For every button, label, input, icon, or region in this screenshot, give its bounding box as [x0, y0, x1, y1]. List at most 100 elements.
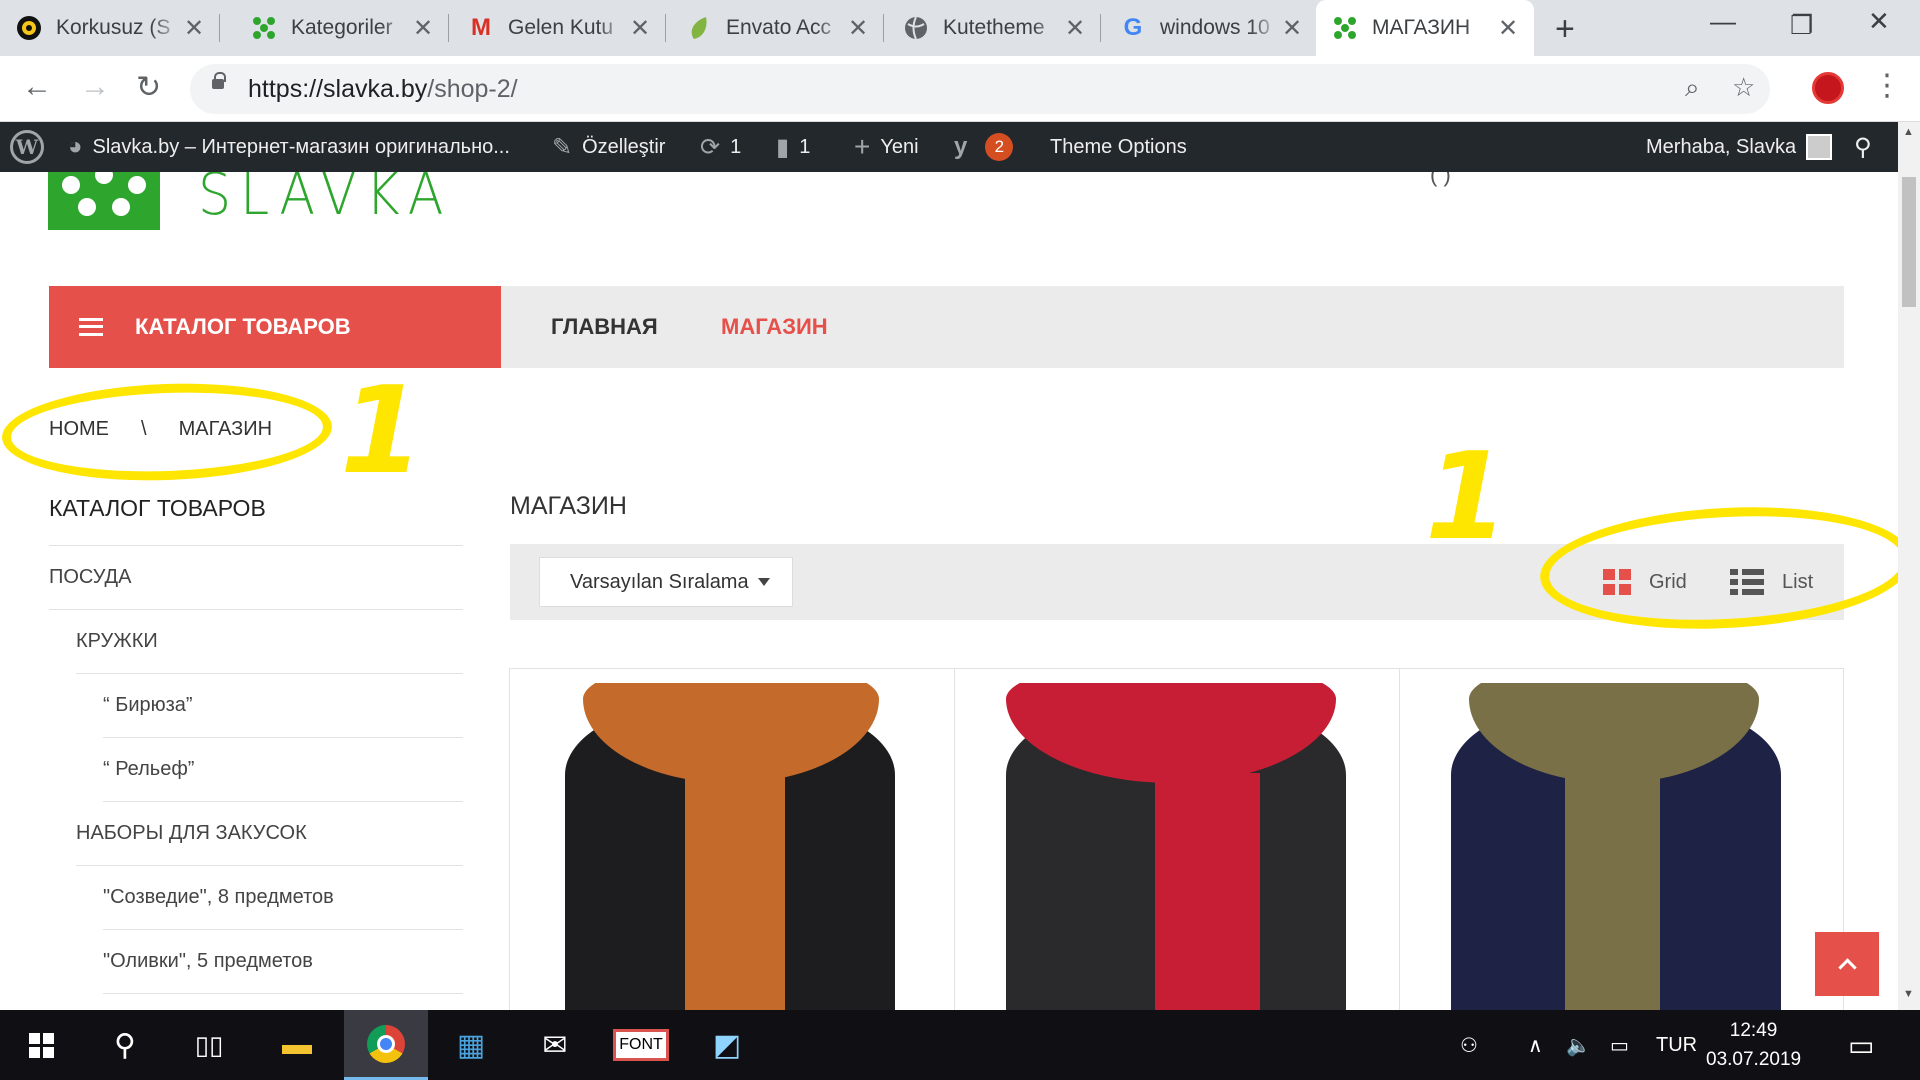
site-logo-text[interactable]: SLAVKA — [198, 172, 453, 228]
nav-link-shop[interactable]: МАГАЗИН — [721, 286, 828, 368]
search-icon: ⚲ — [114, 1028, 136, 1062]
sidebar-item-biryuza[interactable]: “ Бирюза” — [103, 674, 463, 738]
wp-theme-options[interactable]: Theme Options — [1050, 122, 1187, 172]
tab-magazin[interactable]: МАГАЗИН ✕ — [1316, 0, 1534, 56]
sidebar-item-snack-sets[interactable]: НАБОРЫ ДЛЯ ЗАКУСОК — [76, 802, 463, 866]
chrome-menu-icon[interactable]: ⋮ — [1872, 68, 1902, 103]
sort-select[interactable]: Varsayılan Sıralama — [539, 557, 793, 607]
close-icon[interactable]: ✕ — [846, 14, 870, 43]
mail-button[interactable]: ✉ — [518, 1010, 592, 1080]
close-icon[interactable]: ✕ — [1280, 14, 1304, 43]
page-scrollbar[interactable]: ▲ ▼ — [1898, 122, 1920, 1010]
wp-comments[interactable]: ▮ 1 — [776, 122, 810, 172]
extension-avatar-icon[interactable] — [1812, 72, 1844, 104]
chevron-down-icon — [758, 578, 770, 586]
bookmark-star-icon[interactable]: ☆ — [1732, 72, 1755, 103]
page-viewport: SLAVKA ( ) КАТАЛОГ ТОВАРОВ ГЛАВНАЯ МАГАЗ… — [0, 172, 1898, 1010]
language-indicator[interactable]: TUR — [1656, 1010, 1697, 1080]
wp-yoast[interactable]: y2 — [954, 122, 1014, 172]
scrollbar-thumb[interactable] — [1902, 177, 1916, 307]
battery-icon[interactable]: ▭ — [1610, 1010, 1629, 1080]
close-icon[interactable]: ✕ — [411, 14, 435, 43]
tab-gmail[interactable]: M Gelen Kutu ✕ — [452, 0, 666, 56]
app-window-button[interactable]: ◩ — [690, 1010, 764, 1080]
close-icon[interactable]: ✕ — [1063, 14, 1087, 43]
url-text[interactable]: https://slavka.by/shop-2/ — [248, 75, 518, 104]
window-close-button[interactable]: ✕ — [1868, 6, 1890, 37]
nav-link-home[interactable]: ГЛАВНАЯ — [551, 286, 658, 368]
scroll-up-icon[interactable]: ▲ — [1903, 126, 1914, 138]
sort-select-value: Varsayılan Sıralama — [570, 570, 749, 593]
wp-customize[interactable]: ✎ Özelleştir — [552, 122, 665, 172]
new-label: Yeni — [880, 135, 919, 158]
product-image[interactable] — [525, 683, 937, 1010]
task-view-button[interactable]: ▯▯ — [172, 1010, 246, 1080]
tab-title: МАГАЗИН — [1372, 16, 1471, 39]
lock-icon[interactable] — [212, 72, 226, 89]
reload-icon[interactable]: ↻ — [136, 70, 161, 105]
plus-icon: + — [854, 131, 871, 162]
browser-toolbar: ← → ↻ https://slavka.by/shop-2/ ⌕ ☆ ⋮ — [0, 56, 1920, 122]
product-card[interactable] — [954, 669, 1400, 1010]
product-image[interactable] — [1415, 683, 1827, 1010]
close-icon[interactable]: ✕ — [628, 14, 652, 43]
tab-korkusuz[interactable]: Korkusuz (S ✕ — [0, 0, 220, 56]
product-card[interactable] — [509, 669, 955, 1010]
task-view-icon: ▯▯ — [194, 1029, 224, 1060]
tab-title: Korkusuz (S — [56, 16, 171, 39]
wordpress-logo-icon[interactable]: W — [10, 130, 44, 164]
notifications-icon[interactable]: ▭ — [1848, 1010, 1874, 1080]
page-title: МАГАЗИН — [510, 492, 627, 520]
mail-icon: ✉ — [542, 1028, 568, 1062]
wp-search-icon[interactable]: ⚲ — [1854, 122, 1882, 172]
globe-icon — [903, 15, 929, 41]
greeting-label: Merhaba, Slavka — [1646, 135, 1797, 158]
scroll-to-top-button[interactable] — [1815, 932, 1879, 996]
catalog-menu-button[interactable]: КАТАЛОГ ТОВАРОВ — [49, 286, 501, 368]
volume-icon[interactable]: 🔈 — [1566, 1010, 1591, 1080]
yoast-icon: y — [954, 133, 968, 160]
close-icon[interactable]: ✕ — [182, 14, 206, 43]
people-icon[interactable]: ⚇ — [1460, 1010, 1478, 1080]
site-logo-mark[interactable] — [48, 172, 160, 230]
theme-options-label: Theme Options — [1050, 135, 1187, 158]
forward-arrow-icon[interactable]: → — [80, 70, 110, 104]
product-image[interactable] — [970, 683, 1382, 1010]
tab-title: Kategoriler — [291, 16, 393, 39]
back-arrow-icon[interactable]: ← — [22, 70, 52, 104]
wp-account[interactable]: Merhaba, Slavka — [1646, 122, 1833, 172]
product-grid — [509, 668, 1844, 1010]
sidebar-item-kruzhki[interactable]: КРУЖКИ — [76, 610, 463, 674]
start-button[interactable] — [4, 1010, 78, 1080]
sidebar-title: КАТАЛОГ ТОВАРОВ — [49, 495, 266, 521]
new-tab-button[interactable]: + — [1555, 10, 1575, 49]
scroll-down-icon[interactable]: ▼ — [1903, 988, 1914, 1000]
chrome-taskbar-button[interactable] — [344, 1010, 428, 1080]
maximize-button[interactable]: ❐ — [1790, 10, 1813, 41]
clock[interactable]: 12:49 03.07.2019 — [1706, 1016, 1801, 1074]
customize-label: Özelleştir — [582, 135, 666, 158]
tab-google-search[interactable]: G windows 10 ✕ — [1104, 0, 1318, 56]
font-viewer-button[interactable]: FONT — [604, 1010, 678, 1080]
tab-title: Kutetheme — [943, 16, 1045, 39]
tab-kutetheme[interactable]: Kutetheme ✕ — [887, 0, 1101, 56]
sidebar-item-posuda[interactable]: ПОСУДА — [49, 546, 463, 610]
wp-updates[interactable]: ⟳ 1 — [700, 122, 741, 172]
address-bar[interactable]: https://slavka.by/shop-2/ ⌕ ☆ — [190, 64, 1770, 114]
tab-kategoriler[interactable]: Kategoriler ✕ — [235, 0, 449, 56]
sidebar-item-sozvedie[interactable]: "Созведие", 8 предметов — [103, 866, 463, 930]
file-explorer-button[interactable]: ▬ — [260, 1010, 334, 1080]
sidebar-item-relief[interactable]: “ Рельеф” — [103, 738, 463, 802]
sidebar-item-olivki[interactable]: "Оливки", 5 предметов — [103, 930, 463, 994]
search-button[interactable]: ⚲ — [88, 1010, 162, 1080]
header-fragment: ( ) — [1430, 172, 1451, 187]
close-icon[interactable]: ✕ — [1496, 14, 1520, 43]
minimize-button[interactable]: — — [1710, 6, 1736, 37]
tray-expand-icon[interactable]: ∧ — [1528, 1010, 1543, 1080]
wp-new[interactable]: + Yeni — [854, 122, 919, 172]
tab-envato[interactable]: Envato Acc ✕ — [670, 0, 884, 56]
product-card[interactable] — [1399, 669, 1844, 1010]
zoom-icon[interactable]: ⌕ — [1685, 72, 1700, 104]
wp-site-name[interactable]: ◕ Slavka.by – Интернет-магазин оригинальн… — [68, 122, 510, 172]
store-button[interactable]: ▦ — [434, 1010, 508, 1080]
